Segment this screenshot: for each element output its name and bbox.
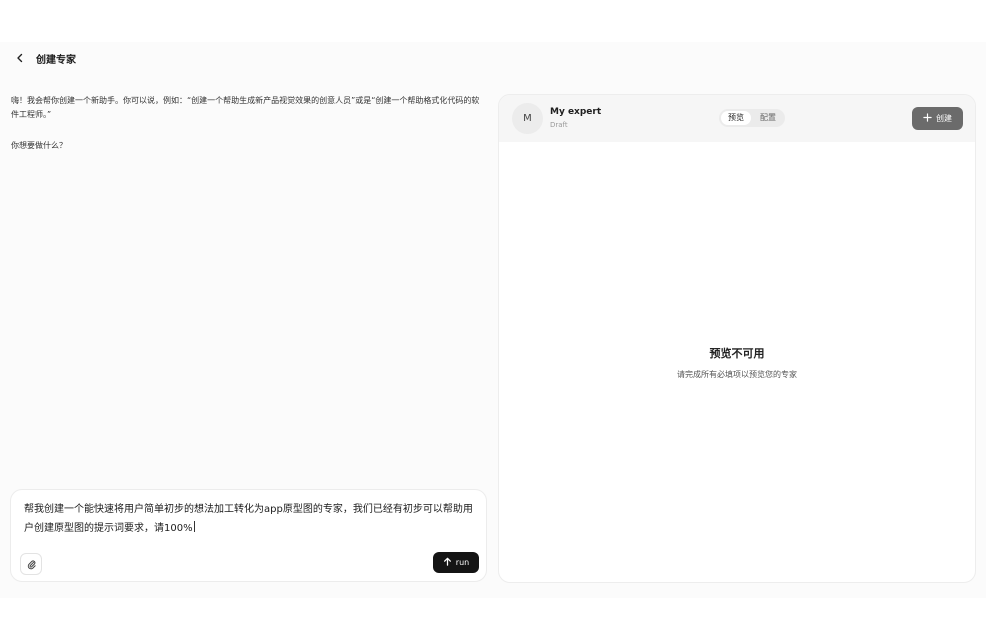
plus-icon xyxy=(923,113,932,124)
text-caret xyxy=(193,521,195,532)
page-title: 创建专家 xyxy=(36,54,76,66)
message-composer[interactable]: 帮我创建一个能快速将用户简单初步的想法加工转化为app原型图的专家，我们已经有初… xyxy=(10,489,487,582)
page-header: 创建专家 xyxy=(12,50,76,66)
run-button-label: run xyxy=(455,558,470,567)
run-button[interactable]: run xyxy=(433,552,479,573)
message-input[interactable]: 帮我创建一个能快速将用户简单初步的想法加工转化为app原型图的专家，我们已经有初… xyxy=(24,500,479,538)
view-toggle: 预览 配置 xyxy=(719,109,785,127)
assistant-intro-message: 嗨！我会帮你创建一个新助手。你可以说，例如：“创建一个帮助生成新产品视觉效果的创… xyxy=(11,96,480,119)
arrow-up-icon xyxy=(443,557,452,568)
attach-button[interactable] xyxy=(20,553,42,575)
avatar: M xyxy=(512,103,543,134)
chevron-left-icon[interactable] xyxy=(12,50,28,66)
preview-header: M My expert Draft 预览 配置 创建 xyxy=(499,95,975,142)
create-button[interactable]: 创建 xyxy=(912,107,963,130)
paperclip-icon xyxy=(26,555,37,574)
expert-builder: 创建专家 嗨！我会帮你创建一个新助手。你可以说，例如：“创建一个帮助生成新产品视… xyxy=(0,42,986,598)
preview-panel: M My expert Draft 预览 配置 创建 预览不可用 请完成所有必填… xyxy=(498,94,976,583)
tab-preview[interactable]: 预览 xyxy=(721,111,751,125)
tab-configure[interactable]: 配置 xyxy=(753,111,783,125)
preview-unavailable-subtitle: 请完成所有必填项以预览您的专家 xyxy=(677,370,797,379)
expert-status: Draft xyxy=(550,121,568,129)
preview-unavailable-title: 预览不可用 xyxy=(709,347,765,360)
assistant-question: 你想要做什么？ xyxy=(11,141,67,150)
create-button-label: 创建 xyxy=(936,114,952,123)
message-input-value: 帮我创建一个能快速将用户简单初步的想法加工转化为app原型图的专家，我们已经有初… xyxy=(24,504,473,534)
expert-name: My expert xyxy=(550,107,602,117)
